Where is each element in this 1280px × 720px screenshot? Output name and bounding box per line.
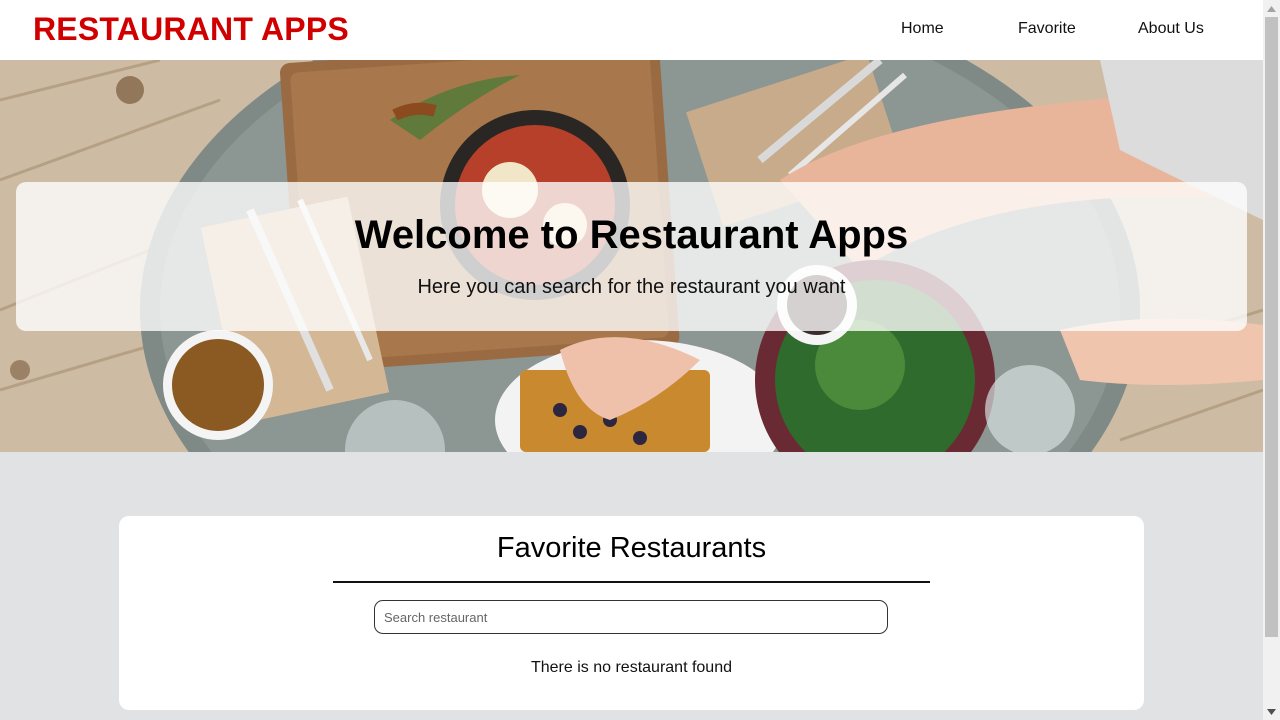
hero-welcome-card: Welcome to Restaurant Apps Here you can … — [16, 182, 1247, 331]
hero-section: Welcome to Restaurant Apps Here you can … — [0, 60, 1263, 452]
search-input[interactable] — [374, 600, 888, 634]
hero-subtitle: Here you can search for the restaurant y… — [417, 276, 846, 298]
page-scrollbar[interactable] — [1263, 0, 1280, 720]
nav-about-us-link[interactable]: About Us — [1138, 20, 1204, 38]
scrollbar-thumb[interactable] — [1265, 17, 1278, 637]
brand-logo-text[interactable]: RESTAURANT APPS — [33, 11, 349, 48]
hero-title: Welcome to Restaurant Apps — [354, 213, 909, 257]
title-divider — [333, 581, 930, 583]
nav-home-link[interactable]: Home — [901, 20, 944, 38]
favorite-restaurants-card: Favorite Restaurants There is no restaur… — [119, 516, 1144, 710]
nav-favorite-link[interactable]: Favorite — [1018, 20, 1076, 38]
scroll-down-arrow-icon[interactable] — [1263, 703, 1280, 720]
section-title: Favorite Restaurants — [496, 532, 767, 564]
empty-state-message: There is no restaurant found — [530, 659, 732, 676]
scroll-up-arrow-icon[interactable] — [1263, 0, 1280, 17]
app-header: RESTAURANT APPS Home Favorite About Us — [0, 0, 1263, 60]
page: RESTAURANT APPS Home Favorite About Us W… — [0, 0, 1280, 720]
